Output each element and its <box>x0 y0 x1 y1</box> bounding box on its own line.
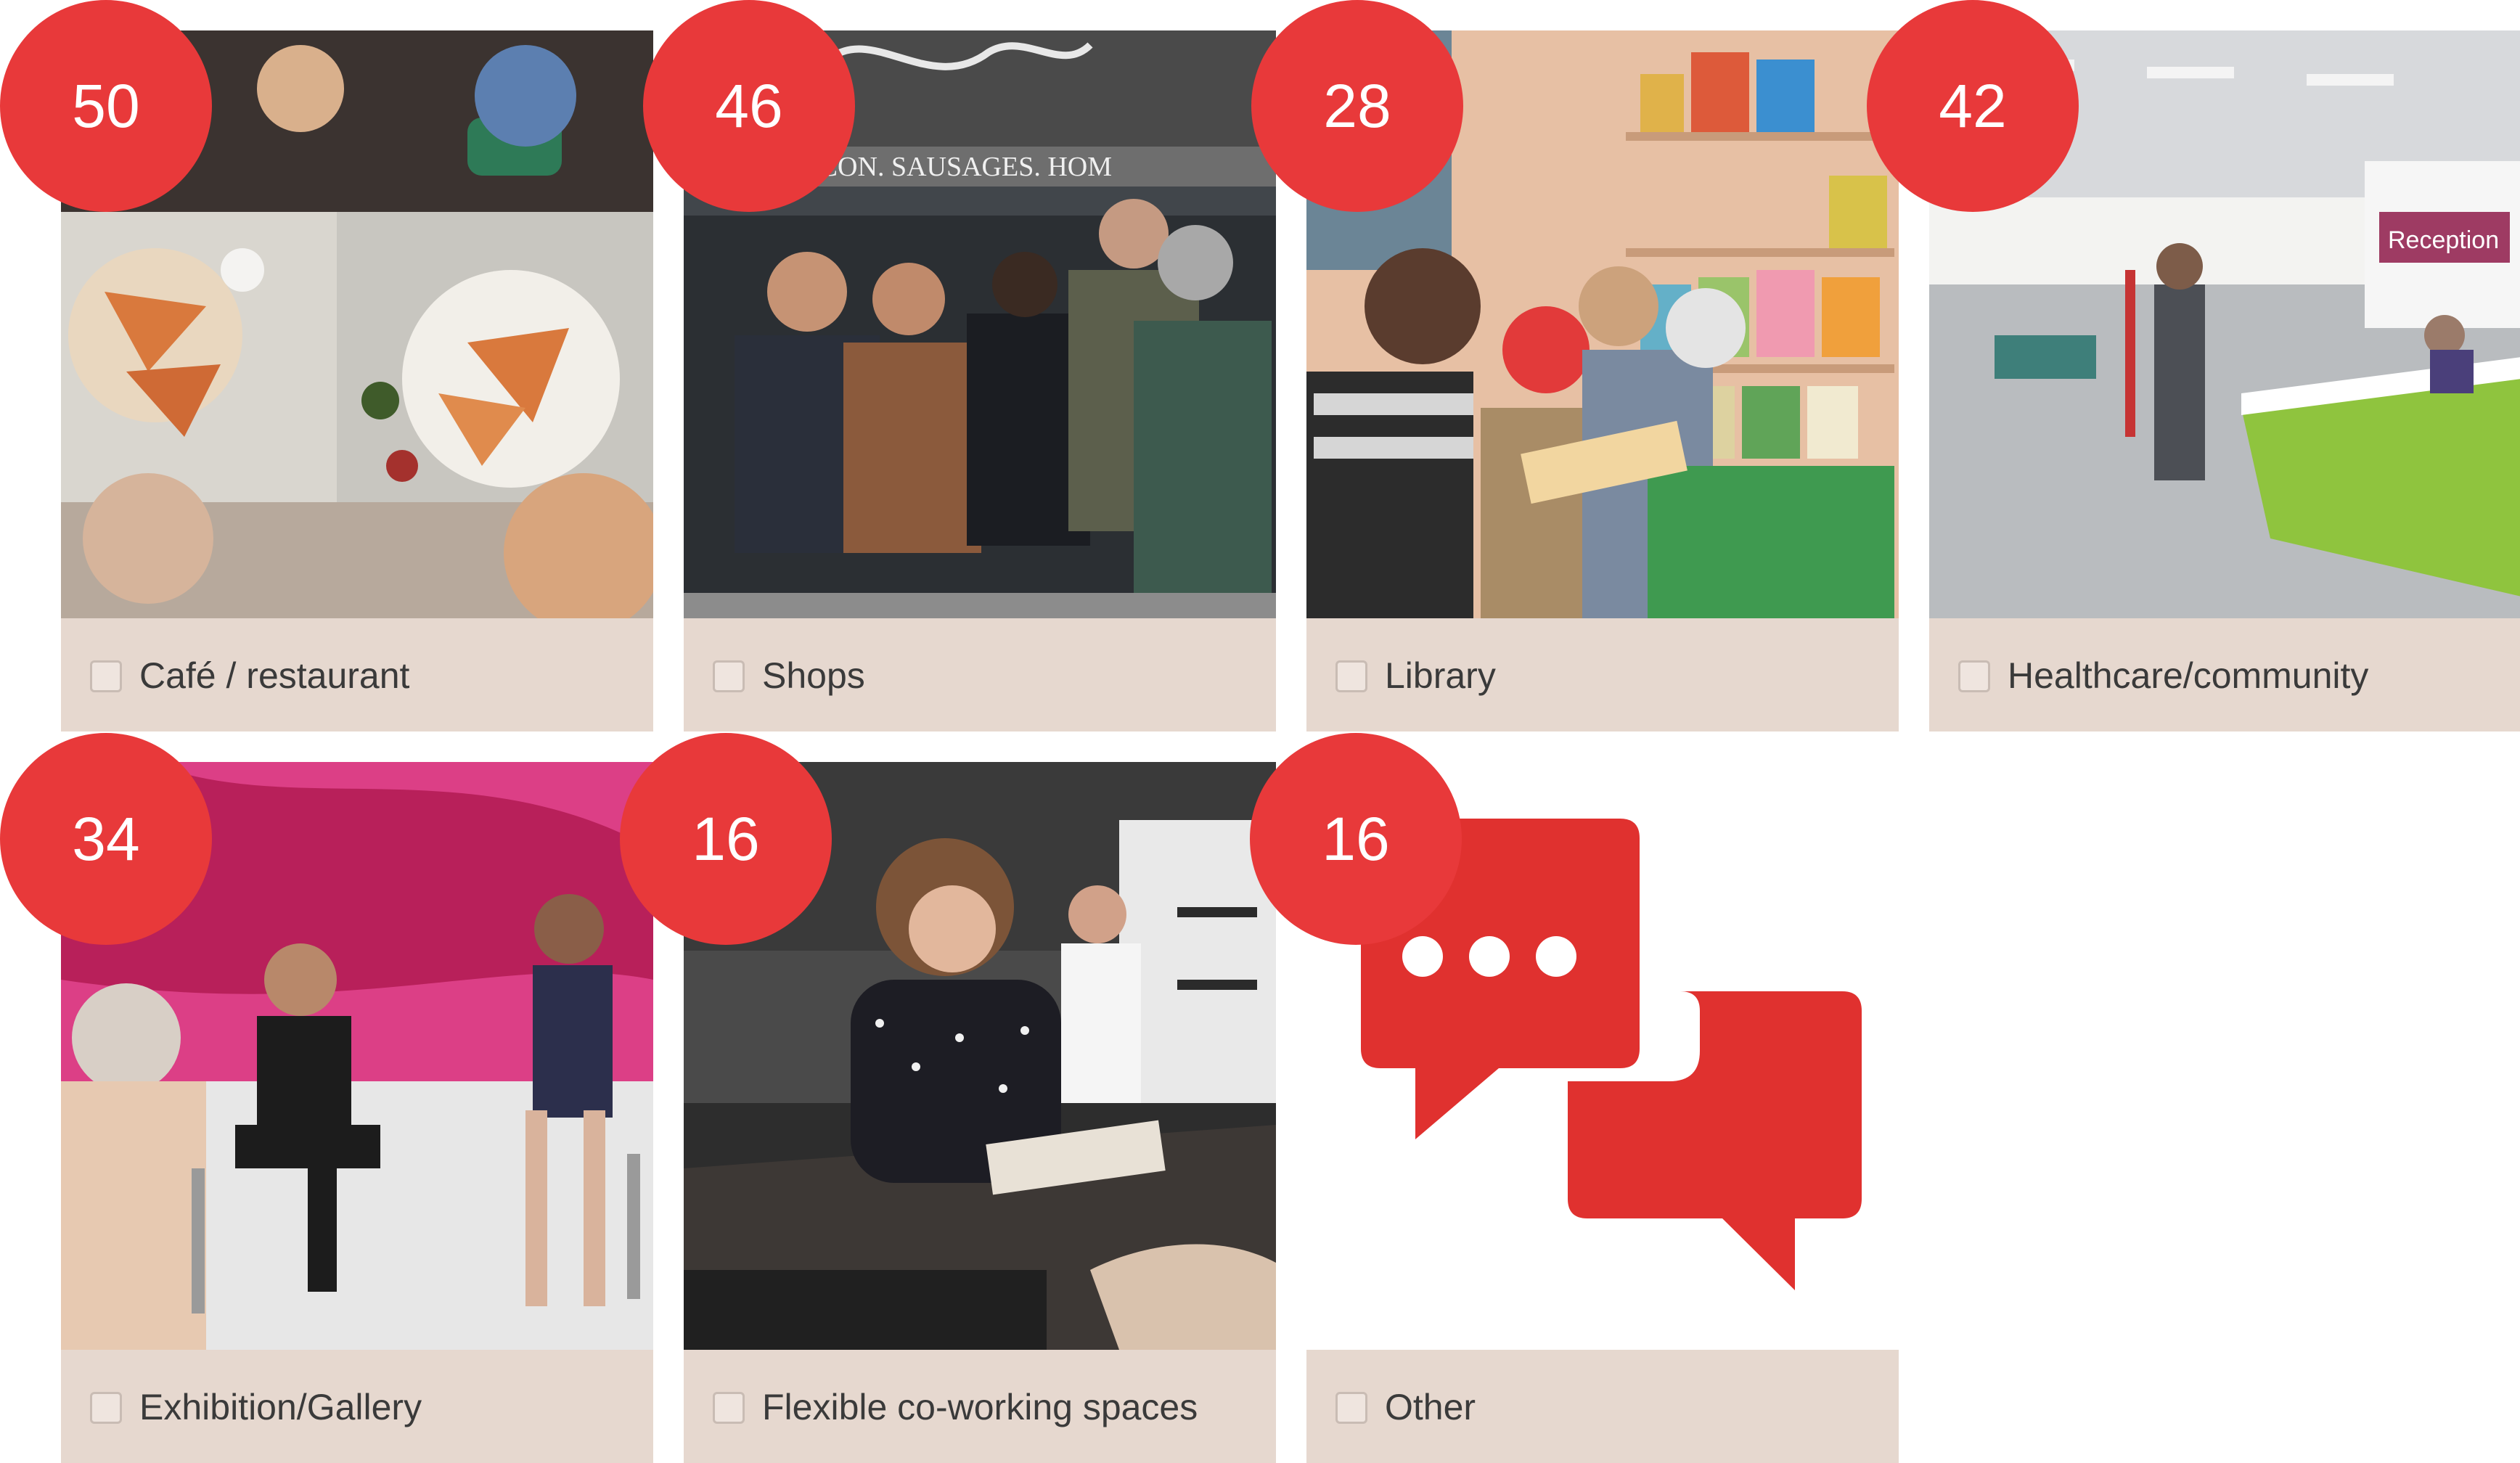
option-checkbox[interactable] <box>1335 660 1367 692</box>
option-checkbox[interactable] <box>90 1392 122 1424</box>
count-badge-exhibition-gallery: 34 <box>0 733 212 945</box>
option-checkbox[interactable] <box>90 660 122 692</box>
option-caption[interactable]: Healthcare/community <box>1929 618 2520 732</box>
count-badge-healthcare-community: 42 <box>1867 0 2079 212</box>
option-label: Café / restaurant <box>139 655 410 696</box>
option-caption[interactable]: Café / restaurant <box>61 618 653 732</box>
count-badge-cafe-restaurant: 50 <box>0 0 212 212</box>
option-label: Healthcare/community <box>2008 655 2369 696</box>
option-caption[interactable]: Exhibition/Gallery <box>61 1350 653 1463</box>
count-badge-shops: 46 <box>643 0 855 212</box>
count-badge-flexible-coworking: 16 <box>620 733 832 945</box>
option-caption[interactable]: Library <box>1306 618 1899 732</box>
svg-text:Reception: Reception <box>2388 226 2499 254</box>
option-label: Shops <box>762 655 865 696</box>
option-checkbox[interactable] <box>1335 1392 1367 1424</box>
option-checkbox[interactable] <box>713 1392 745 1424</box>
option-label: Library <box>1385 655 1496 696</box>
option-caption[interactable]: Flexible co-working spaces <box>684 1350 1276 1463</box>
option-checkbox[interactable] <box>1958 660 1990 692</box>
option-caption[interactable]: Shops <box>684 618 1276 732</box>
option-label: Flexible co-working spaces <box>762 1387 1198 1427</box>
option-caption[interactable]: Other <box>1306 1350 1899 1463</box>
option-label: Exhibition/Gallery <box>139 1387 422 1427</box>
count-badge-other: 16 <box>1250 733 1462 945</box>
option-checkbox[interactable] <box>713 660 745 692</box>
count-badge-library: 28 <box>1251 0 1463 212</box>
option-label: Other <box>1385 1387 1476 1427</box>
